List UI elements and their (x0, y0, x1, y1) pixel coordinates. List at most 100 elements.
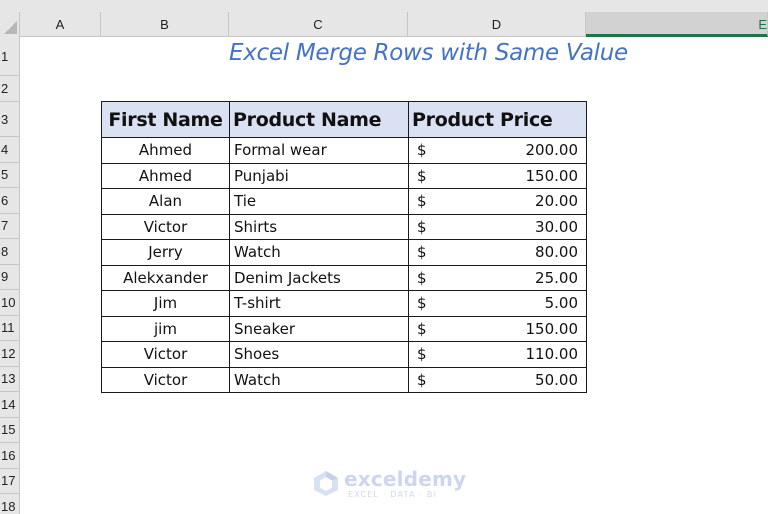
currency-symbol: $ (417, 166, 427, 185)
cell-first-name[interactable]: Alekxander (101, 264, 230, 291)
column-header-c[interactable]: C (229, 12, 408, 37)
exceldemy-logo-icon (314, 471, 338, 496)
price-amount: 110.00 (525, 345, 579, 364)
watermark-brand: exceldemy (344, 467, 467, 491)
row-header-15[interactable]: 15 (0, 417, 20, 443)
cell-product-price[interactable]: $30.00 (408, 213, 587, 240)
currency-symbol: $ (417, 370, 427, 389)
sheet-title: Excel Merge Rows with Same Value (229, 40, 628, 66)
column-header-a[interactable]: A (20, 12, 101, 37)
row-header-7[interactable]: 7 (0, 213, 20, 239)
cell-product-price[interactable]: $50.00 (408, 366, 587, 393)
cell-first-name[interactable]: Alan (101, 188, 230, 215)
row-header-10[interactable]: 10 (0, 290, 20, 316)
price-amount: 25.00 (535, 268, 578, 287)
header-product-name[interactable]: Product Name (229, 101, 409, 138)
price-value: $110.00 (413, 345, 582, 363)
row-header-8[interactable]: 8 (0, 239, 20, 265)
table-row: Victor Shoes $110.00 (101, 341, 587, 368)
currency-symbol: $ (417, 294, 427, 313)
cell-product-name[interactable]: Formal wear (229, 137, 409, 164)
row-header-12[interactable]: 12 (0, 341, 20, 367)
cell-product-name[interactable]: T-shirt (229, 290, 409, 317)
price-value: $20.00 (413, 192, 582, 210)
cell-product-price[interactable]: $5.00 (408, 290, 587, 317)
cell-product-name[interactable]: Shirts (229, 213, 409, 240)
price-amount: 150.00 (525, 166, 579, 185)
row-header-6[interactable]: 6 (0, 188, 20, 214)
cell-first-name[interactable]: Jim (101, 290, 230, 317)
select-all-triangle-icon (4, 21, 17, 34)
table-row: Jim T-shirt $5.00 (101, 290, 587, 317)
currency-symbol: $ (417, 345, 427, 364)
price-amount: 200.00 (525, 141, 579, 160)
row-header-14[interactable]: 14 (0, 392, 20, 418)
row-header-18[interactable]: 18 (0, 494, 20, 514)
cell-product-price[interactable]: $20.00 (408, 188, 587, 215)
header-first-name[interactable]: First Name (101, 101, 230, 138)
price-value: $50.00 (413, 371, 582, 389)
table-row: jim Sneaker $150.00 (101, 315, 587, 342)
row-header-9[interactable]: 9 (0, 264, 20, 290)
cell-first-name[interactable]: Victor (101, 366, 230, 393)
cell-product-price[interactable]: $25.00 (408, 264, 587, 291)
price-value: $80.00 (413, 243, 582, 261)
cell-first-name[interactable]: Victor (101, 341, 230, 368)
ribbon-edge (0, 0, 768, 12)
table-row: Ahmed Punjabi $150.00 (101, 162, 587, 189)
column-header-d[interactable]: D (408, 12, 586, 37)
cell-first-name[interactable]: Jerry (101, 239, 230, 266)
product-table: First Name Product Name Product Price Ah… (101, 101, 587, 393)
table-row: Victor Shirts $30.00 (101, 213, 587, 240)
cell-product-price[interactable]: $80.00 (408, 239, 587, 266)
row-header-3[interactable]: 3 (0, 102, 20, 137)
exceldemy-watermark: exceldemy EXCEL · DATA · BI (312, 467, 466, 501)
currency-symbol: $ (417, 192, 427, 211)
watermark-tagline: EXCEL · DATA · BI (348, 490, 438, 499)
table-row: Jerry Watch $80.00 (101, 239, 587, 266)
cell-product-name[interactable]: Punjabi (229, 162, 409, 189)
row-header-16[interactable]: 16 (0, 443, 20, 469)
cell-first-name[interactable]: jim (101, 315, 230, 342)
row-header-4[interactable]: 4 (0, 137, 20, 163)
column-header-b[interactable]: B (101, 12, 229, 37)
row-header-2[interactable]: 2 (0, 76, 20, 102)
currency-symbol: $ (417, 319, 427, 338)
currency-symbol: $ (417, 141, 427, 160)
cell-product-price[interactable]: $110.00 (408, 341, 587, 368)
row-header-1[interactable]: 1 (0, 37, 20, 76)
row-header-17[interactable]: 17 (0, 468, 20, 494)
cell-product-name[interactable]: Watch (229, 239, 409, 266)
price-amount: 30.00 (535, 217, 578, 236)
currency-symbol: $ (417, 217, 427, 236)
row-header-5[interactable]: 5 (0, 162, 20, 188)
price-value: $5.00 (413, 294, 582, 312)
price-value: $30.00 (413, 218, 582, 236)
row-header-13[interactable]: 13 (0, 366, 20, 392)
cell-product-name[interactable]: Tie (229, 188, 409, 215)
cell-product-name[interactable]: Denim Jackets (229, 264, 409, 291)
row-header-11[interactable]: 11 (0, 315, 20, 341)
select-all-button[interactable] (0, 12, 20, 37)
price-amount: 50.00 (535, 370, 578, 389)
price-amount: 5.00 (544, 294, 578, 313)
cell-first-name[interactable]: Ahmed (101, 162, 230, 189)
price-amount: 150.00 (525, 319, 579, 338)
cell-product-name[interactable]: Sneaker (229, 315, 409, 342)
column-header-e[interactable]: E (586, 12, 768, 37)
currency-symbol: $ (417, 268, 427, 287)
cell-first-name[interactable]: Victor (101, 213, 230, 240)
cell-product-name[interactable]: Shoes (229, 341, 409, 368)
cell-product-price[interactable]: $150.00 (408, 315, 587, 342)
cell-product-name[interactable]: Watch (229, 366, 409, 393)
cell-first-name[interactable]: Ahmed (101, 137, 230, 164)
price-amount: 20.00 (535, 192, 578, 211)
header-product-price[interactable]: Product Price (408, 101, 587, 138)
price-value: $150.00 (413, 320, 582, 338)
price-value: $150.00 (413, 167, 582, 185)
cell-product-price[interactable]: $150.00 (408, 162, 587, 189)
price-value: $25.00 (413, 269, 582, 287)
cell-product-price[interactable]: $200.00 (408, 137, 587, 164)
table-row: Alekxander Denim Jackets $25.00 (101, 264, 587, 291)
table-row: Victor Watch $50.00 (101, 366, 587, 393)
